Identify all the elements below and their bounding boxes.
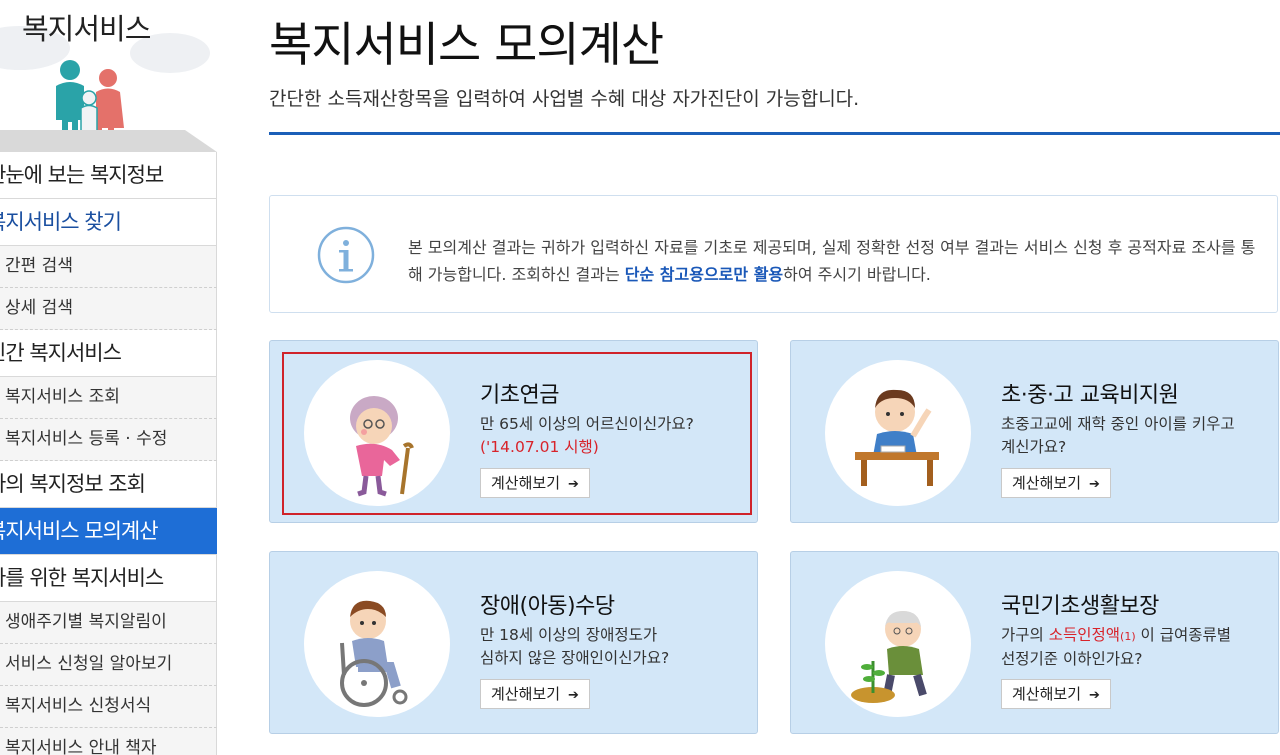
arrow-right-icon: ➔ [1089,688,1100,703]
button-label: 계산해보기 [1012,474,1082,492]
page-title: 복지서비스 모의계산 [269,18,664,73]
card-note: ('14.07.01 시행) [480,438,599,456]
gardening-man-icon [825,571,971,717]
calculate-button-disability[interactable]: 계산해보기 ➔ [480,679,590,709]
sidebar-title: 복지서비스 [22,12,151,46]
calculate-button-basic-pension[interactable]: 계산해보기 ➔ [480,468,590,498]
card-basic-pension: 기초연금 만 65세 이상의 어르신이신가요? ('14.07.01 시행) 계… [269,340,758,523]
button-label: 계산해보기 [491,685,561,703]
sidebar-item-apply-date[interactable]: 서비스 신청일 알아보기 [0,644,217,686]
notice-text-end: 하여 주시기 바랍니다. [783,265,931,284]
sidebar-item-find-service[interactable]: 복지서비스 찾기 [0,199,217,246]
sidebar-header: 복지서비스 [0,0,217,152]
card-desc-pre: 가구의 [1001,626,1049,644]
card-desc-line: 계신가요? [1001,438,1067,456]
title-divider [269,132,1280,135]
card-disability-allowance: 장애(아동)수당 만 18세 이상의 장애정도가 심하지 않은 장애인이신가요?… [269,551,758,734]
card-education-support: 초·중·고 교육비지원 초중고교에 재학 중인 아이를 키우고 계신가요? 계산… [790,340,1279,523]
notice-highlight: 단순 참고용으로만 활용 [624,265,784,284]
card-description: 만 18세 이상의 장애정도가 심하지 않은 장애인이신가요? [480,624,750,670]
card-description: 만 65세 이상의 어르신이신가요? ('14.07.01 시행) [480,413,750,459]
card-title: 초·중·고 교육비지원 [1001,383,1179,408]
card-desc-line: 선정기준 이하인가요? [1001,650,1143,668]
card-title: 국민기초생활보장 [1001,594,1159,619]
card-desc-line: 가구의 소득인정액(1) 이 급여종류별 [1001,624,1271,648]
sidebar-item-simple-search[interactable]: 간편 검색 [0,246,217,288]
card-basic-livelihood: 국민기초생활보장 가구의 소득인정액(1) 이 급여종류별 선정기준 이하인가요… [790,551,1279,734]
sidebar-item-lifecycle-alert[interactable]: 생애주기별 복지알림이 [0,602,217,644]
notice-box: 본 모의계산 결과는 귀하가 입력하신 자료를 기초로 제공되며, 실제 정확한… [269,195,1278,313]
sidebar-item-overview[interactable]: 한눈에 보는 복지정보 [0,152,217,199]
card-desc-line: 심하지 않은 장애인이신가요? [480,649,670,667]
page-subtitle: 간단한 소득재산항목을 입력하여 사업별 수혜 대상 자가진단이 가능합니다. [269,88,860,110]
income-recognition-link[interactable]: 소득인정액 [1049,626,1120,644]
card-title: 장애(아동)수당 [480,594,615,619]
sidebar-item-service-register[interactable]: 복지서비스 등록 · 수정 [0,419,217,461]
sidebar-item-guide-book[interactable]: 복지서비스 안내 책자 [0,728,217,755]
sidebar-item-detail-search[interactable]: 상세 검색 [0,288,217,330]
footnote-marker: (1) [1120,630,1136,643]
info-icon [317,226,375,284]
sidebar-item-apply-forms[interactable]: 복지서비스 신청서식 [0,686,217,728]
card-description: 가구의 소득인정액(1) 이 급여종류별 선정기준 이하인가요? [1001,624,1271,671]
card-desc-line: 초중고교에 재학 중인 아이를 키우고 [1001,415,1235,433]
calculate-button-livelihood[interactable]: 계산해보기 ➔ [1001,679,1111,709]
arrow-right-icon: ➔ [568,477,579,492]
arrow-right-icon: ➔ [568,688,579,703]
sidebar: 복지서비스 한눈에 보는 복지정보 복지서비스 찾기 간편 검색 상세 검색 민… [0,0,217,755]
card-description: 초중고교에 재학 중인 아이를 키우고 계신가요? [1001,413,1271,459]
student-icon [825,360,971,506]
card-title: 기초연금 [480,383,559,408]
button-label: 계산해보기 [491,474,561,492]
elderly-woman-icon [304,360,450,506]
card-desc-line: 만 18세 이상의 장애정도가 [480,626,658,644]
sidebar-item-simulation[interactable]: 복지서비스 모의계산 [0,508,217,555]
sidebar-item-service-lookup[interactable]: 복지서비스 조회 [0,377,217,419]
notice-text: 본 모의계산 결과는 귀하가 입력하신 자료를 기초로 제공되며, 실제 정확한… [408,234,1268,288]
button-label: 계산해보기 [1012,685,1082,703]
sidebar-ribbon [0,130,217,152]
sidebar-item-for-me[interactable]: 나를 위한 복지서비스 [0,555,217,602]
card-desc-line: 만 65세 이상의 어르신이신가요? [480,415,694,433]
sidebar-item-my-welfare[interactable]: 나의 복지정보 조회 [0,461,217,508]
wheelchair-icon [304,571,450,717]
arrow-right-icon: ➔ [1089,477,1100,492]
calculate-button-education[interactable]: 계산해보기 ➔ [1001,468,1111,498]
card-desc-post: 이 급여종류별 [1135,626,1232,644]
sidebar-item-private-service[interactable]: 민간 복지서비스 [0,330,217,377]
sidebar-menu: 한눈에 보는 복지정보 복지서비스 찾기 간편 검색 상세 검색 민간 복지서비… [0,152,217,755]
